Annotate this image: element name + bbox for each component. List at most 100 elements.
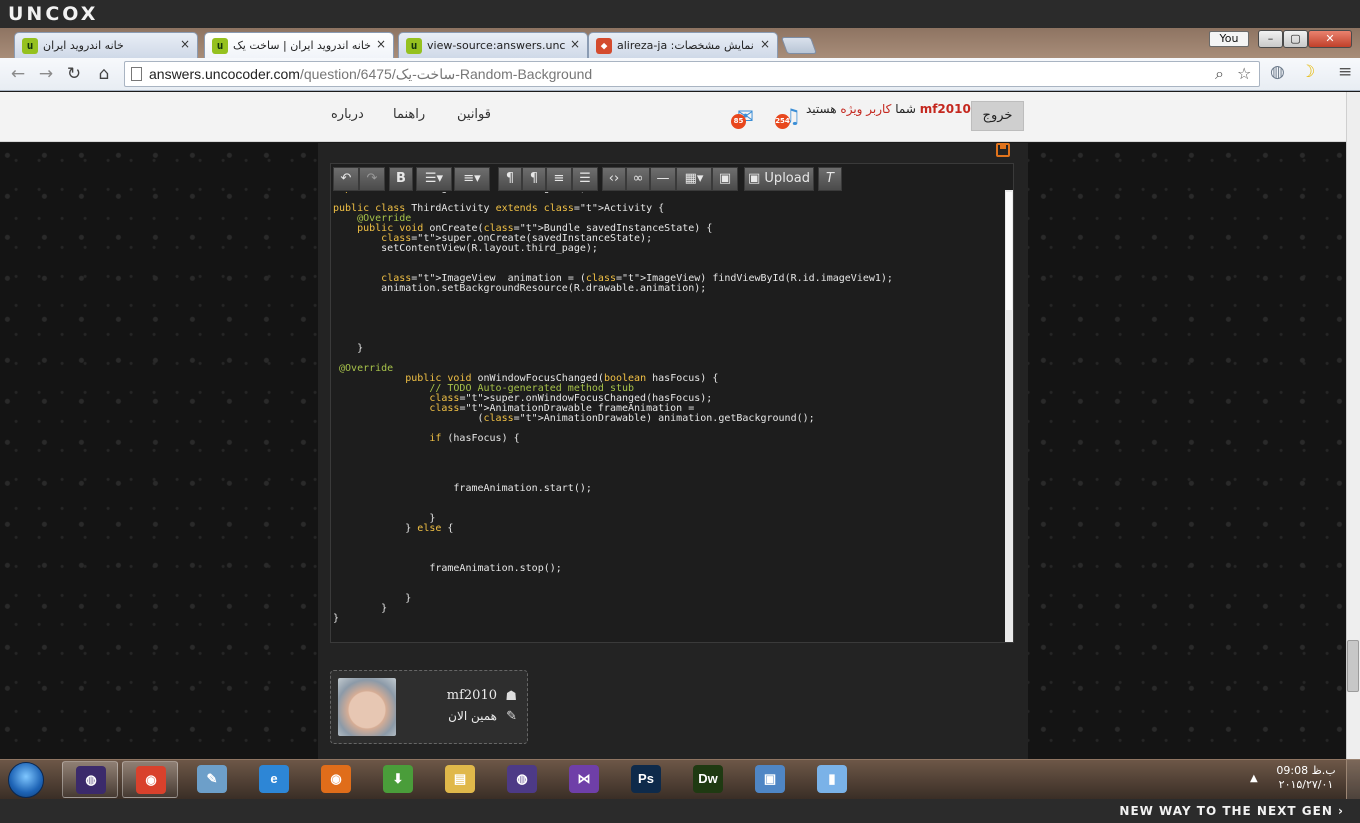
tab-title: خانه اندروید ایران [43, 39, 124, 52]
moon-icon[interactable]: ☽ [1300, 62, 1315, 82]
idm-icon: ⬇ [383, 765, 413, 793]
taskbar-app-notepad[interactable]: ✎ [184, 761, 240, 798]
browser-tabbar: u خانه اندروید ایران × u خانه اندروید ای… [0, 28, 1360, 58]
close-window-button[interactable]: ✕ [1308, 30, 1352, 48]
code-line: import android.widget.class="t">ImageVie… [333, 192, 586, 194]
answer-editor[interactable]: ↶ ↷ B ☰▾ ≡▾ ¶ ¶ ≡ ☰ ‹› ∞ — ▦▾ ▣ ▣ Upload… [330, 163, 1014, 643]
search-icon[interactable]: ⌕ [1215, 64, 1224, 84]
bullet-list-icon[interactable]: ☰▾ [416, 167, 452, 191]
taskbar-app-firefox[interactable]: ◉ [308, 761, 364, 798]
code-line: } [357, 343, 364, 354]
taskbar-app-genymotion[interactable]: ▮ [804, 761, 860, 798]
tag-icon: ✎ [506, 709, 517, 724]
site-favicon-icon: u [406, 38, 422, 54]
menu-icon[interactable]: ≡ [1338, 62, 1352, 82]
tab-home[interactable]: u خانه اندروید ایران × [14, 32, 198, 58]
nav-rules[interactable]: قوانین [457, 107, 491, 122]
bold-icon[interactable]: B [389, 167, 413, 191]
username-link[interactable]: mf2010 [920, 102, 971, 116]
code-line: (class="t">AnimationDrawable) animation.… [333, 413, 815, 424]
site-header: قوانین راهنما درباره خروج mf2010 شما کار… [0, 92, 1346, 142]
forward-icon[interactable]: → [36, 64, 56, 84]
taskbar-app-eclipse2[interactable]: ◍ [494, 761, 550, 798]
ltr-paragraph-icon[interactable]: ¶ [498, 167, 522, 191]
eclipse-icon: ◍ [76, 766, 106, 794]
site-favicon-icon: u [212, 38, 228, 54]
new-tab-button[interactable] [780, 37, 818, 54]
url-host: answers.uncocoder.com [149, 66, 300, 82]
address-bar[interactable]: answers.uncocoder.com/question/6475/ساخت… [124, 61, 1260, 87]
close-icon[interactable]: × [760, 37, 770, 51]
page-icon [131, 67, 142, 81]
bookmark-star-icon[interactable]: ☆ [1237, 64, 1251, 83]
firefox-icon: ◉ [321, 765, 351, 793]
tab-profile[interactable]: ◆ نمایش مشخصات: alireza-ja × [588, 32, 778, 58]
tray-expand-icon[interactable]: ▲ [1250, 773, 1258, 784]
brand-strip: UNCOX [0, 0, 1360, 28]
taskbar-app-idm[interactable]: ⬇ [370, 761, 426, 798]
notifications-badge: 254 [775, 114, 790, 129]
taskbar-app-explorer[interactable]: ▤ [432, 761, 488, 798]
logout-button[interactable]: خروج [971, 101, 1024, 131]
messages-badge: 85 [731, 114, 746, 129]
link-icon[interactable]: ∞ [626, 167, 650, 191]
taskbar-app-dreamweaver[interactable]: Dw [680, 761, 736, 798]
taskbar-app-eclipse[interactable]: ◍ [62, 761, 118, 798]
minimize-button[interactable]: – [1258, 30, 1283, 48]
code-line: if (hasFocus) { [429, 433, 520, 444]
taskbar-app-chrome[interactable]: ◉ [122, 761, 178, 798]
clock-date: ۲۰۱۵/۲۷/۰۱ [1278, 778, 1334, 791]
editor-scrollbar-thumb[interactable] [1006, 192, 1012, 310]
taskbar-app-ie[interactable]: e [246, 761, 302, 798]
tab-view-source[interactable]: u view-source:answers.unco × [398, 32, 588, 58]
code-area[interactable]: import android.widget.class="t">ImageVie… [333, 192, 1005, 642]
table-icon[interactable]: ▦▾ [676, 167, 712, 191]
tab-title: نمایش مشخصات: alireza-ja [617, 39, 754, 52]
avatar[interactable] [338, 678, 396, 736]
taskbar-app-virtualbox[interactable]: ▣ [742, 761, 798, 798]
home-icon[interactable]: ⌂ [94, 64, 114, 84]
welcome-mid: شما [895, 102, 916, 116]
image-icon[interactable]: ▣ [712, 167, 738, 191]
post-time: همین الان [448, 709, 497, 723]
close-icon[interactable]: × [180, 37, 190, 51]
taskbar-app-photoshop[interactable]: Ps [618, 761, 674, 798]
site-favicon-icon: u [22, 38, 38, 54]
eclipse2-icon: ◍ [507, 765, 537, 793]
system-clock[interactable]: 09:08 ب.ظ ۲۰۱۵/۲۷/۰۱ [1270, 764, 1342, 792]
nav-about[interactable]: درباره [331, 107, 364, 122]
author-name[interactable]: mf2010 [447, 688, 497, 703]
horizontal-rule-icon[interactable]: — [650, 167, 676, 191]
profile-button[interactable]: You [1209, 31, 1249, 47]
rtl-paragraph-icon[interactable]: ¶ [522, 167, 546, 191]
code-icon[interactable]: ‹› [602, 167, 626, 191]
taskbar-app-visual-studio[interactable]: ⋈ [556, 761, 612, 798]
align-center-icon[interactable]: ≡ [546, 167, 572, 191]
page-scrollbar-thumb[interactable] [1347, 640, 1359, 692]
vip-label: کاربر ویژه [840, 102, 892, 116]
virtualbox-icon: ▣ [755, 765, 785, 793]
brand-slogan: NEW WAY TO THE NEXT GEN › [1119, 804, 1344, 818]
brand-logo: UNCOX [8, 3, 99, 25]
close-icon[interactable]: × [570, 37, 580, 51]
save-draft-icon[interactable] [996, 143, 1010, 157]
justify-icon[interactable]: ☰ [572, 167, 598, 191]
numbered-list-icon[interactable]: ≡▾ [454, 167, 490, 191]
globe-icon[interactable]: ◍ [1270, 62, 1285, 82]
user-icon: ☗ [505, 689, 517, 704]
redo-icon[interactable]: ↷ [359, 167, 385, 191]
undo-icon[interactable]: ↶ [333, 167, 359, 191]
clear-format-icon[interactable]: T [818, 167, 842, 191]
reload-icon[interactable]: ↻ [64, 64, 84, 84]
nav-help[interactable]: راهنما [393, 107, 425, 122]
code-line: setContentView(R.layout.third_page); [381, 243, 598, 254]
tab-question[interactable]: u خانه اندروید ایران | ساخت یک × [204, 32, 394, 58]
upload-button[interactable]: ▣ Upload [744, 167, 814, 191]
code-line: frameAnimation.start(); [453, 483, 592, 494]
explorer-icon: ▤ [445, 765, 475, 793]
close-icon[interactable]: × [376, 37, 386, 51]
show-desktop-button[interactable] [1346, 759, 1360, 799]
back-icon[interactable]: ← [8, 64, 28, 84]
start-button[interactable] [8, 762, 44, 798]
maximize-button[interactable]: ▢ [1283, 30, 1308, 48]
